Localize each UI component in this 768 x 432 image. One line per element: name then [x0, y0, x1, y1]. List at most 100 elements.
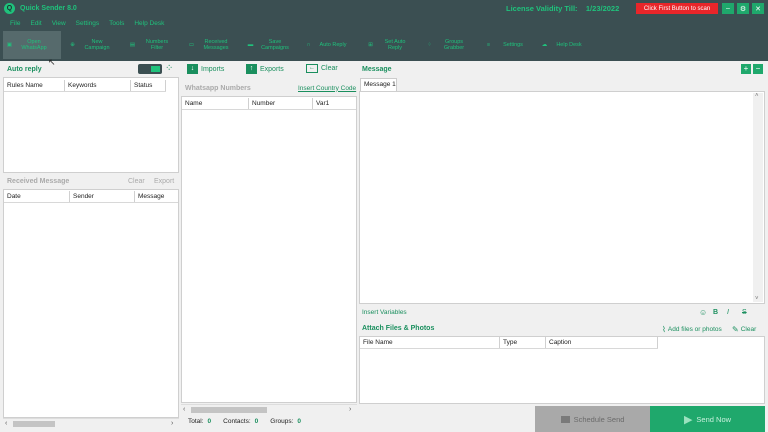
numbers-title: Whatsapp Numbers — [185, 84, 251, 92]
new-campaign-button[interactable]: ⊕ New Campaign — [66, 31, 112, 59]
col-sender[interactable]: Sender — [70, 191, 135, 202]
close-window-button[interactable]: ✕ — [752, 3, 764, 14]
clear-icon: ← — [306, 64, 318, 73]
col-file-name[interactable]: File Name — [360, 337, 500, 348]
menu-edit[interactable]: Edit — [30, 20, 41, 27]
total-count: 0 — [207, 418, 212, 425]
attach-title: Attach Files & Photos — [362, 325, 435, 332]
col-caption[interactable]: Caption — [546, 337, 658, 348]
message-text-area[interactable] — [359, 91, 765, 304]
numbers-filter-button[interactable]: ▤ Numbers Filter — [126, 31, 172, 59]
col-rules-name[interactable]: Rules Name — [4, 80, 65, 91]
menu-settings[interactable]: Settings — [76, 20, 100, 27]
app-title: Quick Sender 8.0 — [20, 5, 77, 12]
scroll-right-icon[interactable]: › — [171, 419, 173, 429]
auto-reply-toggle[interactable] — [138, 64, 162, 74]
col-date[interactable]: Date — [4, 191, 70, 202]
settings-icon: ≡ — [486, 42, 491, 48]
numbers-grid-header: Name Number Var1 — [182, 98, 356, 110]
auto-reply-title: Auto reply — [7, 65, 42, 73]
strike-button[interactable]: S — [742, 309, 747, 316]
tab-message-1[interactable]: Message 1 — [360, 78, 397, 91]
add-files-button[interactable]: ⌇ Add files or photos — [662, 325, 722, 334]
received-export-button[interactable]: Export — [154, 178, 174, 185]
message-title: Message — [362, 65, 392, 73]
message-scrollbar[interactable]: ˄ ˅ — [753, 93, 763, 302]
export-icon: ↑ — [246, 64, 257, 74]
scroll-thumb[interactable] — [191, 407, 267, 413]
insert-country-code-link[interactable]: Insert Country Code — [298, 85, 356, 92]
app-logo-icon: Q — [4, 3, 15, 14]
bold-button[interactable]: B — [713, 309, 718, 316]
minimize-button[interactable]: – — [722, 3, 734, 14]
settings-window-button[interactable]: ⚙ — [737, 3, 749, 14]
col-type[interactable]: Type — [500, 337, 546, 348]
mouse-cursor-icon: ↖ — [48, 57, 56, 67]
numbers-clear-button[interactable]: ← Clear — [306, 64, 338, 73]
monitor-icon: ▭ — [188, 42, 195, 48]
message-header: Message — [359, 62, 765, 76]
broom-icon: ✎ — [732, 325, 739, 334]
scroll-right-icon[interactable]: › — [349, 405, 351, 415]
scroll-up-icon[interactable]: ˄ — [755, 93, 759, 99]
help-desk-button[interactable]: ☁ Help Desk — [538, 31, 584, 59]
save-campaigns-button[interactable]: ▬ Save Campaigns — [244, 31, 290, 59]
col-message[interactable]: Message — [135, 191, 178, 202]
filter-icon: ▤ — [129, 42, 136, 48]
add-message-button[interactable]: + — [741, 64, 751, 74]
network-icon: ⊞ — [368, 42, 373, 48]
col-status[interactable]: Status — [131, 80, 166, 91]
received-title: Received Message — [7, 177, 70, 185]
received-grid-header: Date Sender Message — [4, 191, 178, 203]
received-grid — [3, 189, 179, 418]
menu-file[interactable]: File — [10, 20, 20, 27]
scroll-left-icon[interactable]: ‹ — [5, 419, 7, 429]
contacts-count: 0 — [254, 418, 259, 425]
italic-button[interactable]: I — [727, 309, 729, 316]
cloud-icon: ☁ — [541, 42, 548, 48]
received-messages-button[interactable]: ▭ Received Messages — [185, 31, 231, 59]
numbers-grid — [181, 96, 357, 403]
menu-help-desk[interactable]: Help Desk — [134, 20, 164, 27]
send-icon: ▶ — [683, 413, 693, 426]
menu-bar: File Edit View Settings Tools Help Desk — [0, 17, 768, 29]
imports-button[interactable]: ↓ Imports — [187, 64, 224, 74]
numbers-scrollbar[interactable]: ‹ › — [181, 404, 357, 414]
col-name[interactable]: Name — [182, 98, 249, 109]
received-header: Received Message Clear Export — [3, 174, 179, 188]
scroll-left-icon[interactable]: ‹ — [183, 405, 185, 415]
plus-circle-icon: ⊕ — [70, 42, 75, 48]
col-number[interactable]: Number — [249, 98, 313, 109]
emoji-icon[interactable]: ☺ — [699, 308, 707, 317]
scroll-down-icon[interactable]: ˅ — [755, 296, 759, 302]
import-icon: ↓ — [187, 64, 198, 74]
remove-message-button[interactable]: − — [753, 64, 763, 74]
received-clear-button[interactable]: Clear — [128, 178, 145, 185]
scroll-thumb[interactable] — [13, 421, 55, 427]
whatsapp-scan-icon: ▣ — [6, 42, 13, 48]
groups-grabber-button[interactable]: ⁘ Groups Grabber — [423, 31, 469, 59]
groups-count: 0 — [297, 418, 302, 425]
attach-clear-button[interactable]: ✎ Clear — [732, 325, 756, 334]
toolbar: ▣ Open WhatsApp ⊕ New Campaign ▤ Numbers Fi… — [0, 29, 768, 61]
calendar-icon — [560, 415, 570, 423]
set-auto-reply-button[interactable]: ⊞ Set Auto Reply — [364, 31, 410, 59]
col-var1[interactable]: Var1 — [313, 98, 356, 109]
send-now-button[interactable]: ▶ Send Now — [650, 406, 765, 432]
scan-hint-button[interactable]: Click First Button to scan — [636, 3, 718, 14]
col-keywords[interactable]: Keywords — [65, 80, 131, 91]
grid-icon: ⁘ — [427, 42, 432, 48]
settings-button[interactable]: ≡ Settings — [482, 31, 528, 59]
paperclip-icon: ⌇ — [662, 325, 666, 334]
menu-view[interactable]: View — [52, 20, 66, 27]
open-whatsapp-button[interactable]: ▣ Open WhatsApp — [3, 31, 61, 59]
headset-icon: ∩ — [306, 42, 311, 48]
auto-reply-button[interactable]: ∩ Auto Reply — [302, 31, 348, 59]
menu-tools[interactable]: Tools — [109, 20, 124, 27]
grid-view-icon[interactable]: ⁘ — [165, 63, 176, 74]
insert-variables-link[interactable]: Insert Variables — [362, 309, 407, 316]
schedule-send-button[interactable]: Schedule Send — [535, 406, 650, 432]
received-scrollbar[interactable]: ‹ › — [3, 418, 179, 428]
numbers-header: Whatsapp Numbers Insert Country Code — [181, 81, 357, 95]
exports-button[interactable]: ↑ Exports — [246, 64, 284, 74]
